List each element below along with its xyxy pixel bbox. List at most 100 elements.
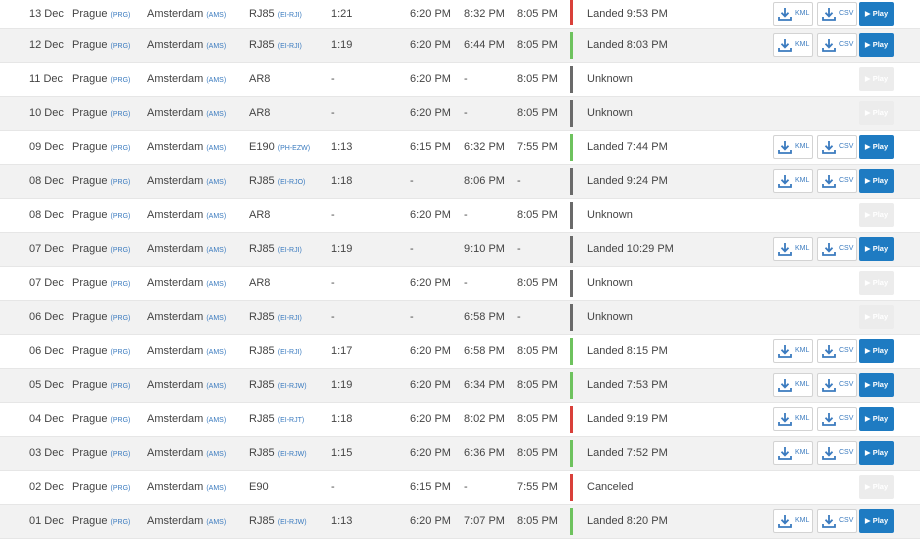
destination-code-link[interactable]: (AMS) <box>206 111 226 118</box>
scheduled-arrival: - <box>517 175 521 187</box>
play-button[interactable]: ▶ Play <box>859 2 894 26</box>
download-csv-button[interactable]: CSV <box>817 407 857 431</box>
download-kml-button[interactable]: KML <box>773 339 813 363</box>
download-csv-button[interactable]: CSV <box>817 169 857 193</box>
destination: Amsterdam (AMS) <box>147 97 226 131</box>
destination-code-link[interactable]: (AMS) <box>206 43 226 50</box>
origin-code-link[interactable]: (PRG) <box>111 315 131 322</box>
origin-code-link[interactable]: (PRG) <box>111 383 131 390</box>
origin-code-link[interactable]: (PRG) <box>111 281 131 288</box>
play-button[interactable]: ▶ Play <box>859 339 894 363</box>
play-button[interactable]: ▶ Play <box>859 33 894 57</box>
play-button[interactable]: ▶ Play <box>859 509 894 533</box>
origin-code-link[interactable]: (PRG) <box>111 179 131 186</box>
destination-code-link[interactable]: (AMS) <box>206 281 226 288</box>
download-csv-button[interactable]: CSV <box>817 373 857 397</box>
download-csv-button[interactable]: CSV <box>817 339 857 363</box>
origin-code-link[interactable]: (PRG) <box>111 111 131 118</box>
csv-label: CSV <box>839 517 854 524</box>
actual-departure: - <box>464 107 468 119</box>
aircraft-registration-link[interactable]: (EI-RJT) <box>278 417 304 424</box>
destination-code-link[interactable]: (AMS) <box>206 77 226 84</box>
destination-code-link[interactable]: (AMS) <box>206 451 226 458</box>
download-kml-button[interactable]: KML <box>773 237 813 261</box>
aircraft-registration-link[interactable]: (EI-RJI) <box>278 247 302 254</box>
destination-city: Amsterdam <box>147 73 204 85</box>
play-button[interactable]: ▶ Play <box>859 135 894 159</box>
destination-code-link[interactable]: (AMS) <box>206 145 226 152</box>
scheduled-arrival: 8:05 PM <box>517 107 558 119</box>
table-row: 08 Dec Prague (PRG) Amsterdam (AMS) AR8 - 6:… <box>0 199 920 233</box>
origin-code-link[interactable]: (PRG) <box>111 485 131 492</box>
play-button[interactable]: ▶ Play <box>859 407 894 431</box>
download-csv-button[interactable]: CSV <box>817 441 857 465</box>
download-csv-button[interactable]: CSV <box>817 237 857 261</box>
destination-code-link[interactable]: (AMS) <box>206 417 226 424</box>
aircraft-registration-link[interactable]: (PH-EZW) <box>278 145 310 152</box>
destination: Amsterdam (AMS) <box>147 0 226 30</box>
aircraft-registration-link[interactable]: (EI-RJW) <box>278 519 307 526</box>
destination-code-link[interactable]: (AMS) <box>206 315 226 322</box>
scheduled-departure: 6:20 PM <box>410 413 451 425</box>
play-button[interactable]: ▶ Play <box>859 203 894 227</box>
origin-code-link[interactable]: (PRG) <box>111 145 131 152</box>
aircraft: E90 <box>249 471 269 505</box>
play-button[interactable]: ▶ Play <box>859 237 894 261</box>
destination-code-link[interactable]: (AMS) <box>206 12 226 19</box>
destination-code-link[interactable]: (AMS) <box>206 383 226 390</box>
download-kml-button[interactable]: KML <box>773 509 813 533</box>
download-kml-button[interactable]: KML <box>773 135 813 159</box>
origin-code-link[interactable]: (PRG) <box>111 349 131 356</box>
play-button[interactable]: ▶ Play <box>859 475 894 499</box>
play-button[interactable]: ▶ Play <box>859 101 894 125</box>
aircraft-registration-link[interactable]: (EI-RJI) <box>278 43 302 50</box>
aircraft-registration-link[interactable]: (EI-RJI) <box>278 349 302 356</box>
destination-code-link[interactable]: (AMS) <box>206 349 226 356</box>
download-kml-button[interactable]: KML <box>773 373 813 397</box>
destination-code-link[interactable]: (AMS) <box>206 519 226 526</box>
origin-code-link[interactable]: (PRG) <box>111 43 131 50</box>
scheduled-departure: 6:15 PM <box>410 141 451 153</box>
download-csv-button[interactable]: CSV <box>817 509 857 533</box>
scheduled-departure: 6:15 PM <box>410 481 451 493</box>
aircraft-registration-link[interactable]: (EI-RJO) <box>278 179 306 186</box>
origin-city: Prague <box>72 141 108 153</box>
download-csv-button[interactable]: CSV <box>817 135 857 159</box>
download-kml-button[interactable]: KML <box>773 441 813 465</box>
aircraft-registration-link[interactable]: (EI-RJW) <box>278 451 307 458</box>
download-csv-button[interactable]: CSV <box>817 33 857 57</box>
origin: Prague (PRG) <box>72 199 130 233</box>
origin-code-link[interactable]: (PRG) <box>111 213 131 220</box>
origin-code-link[interactable]: (PRG) <box>111 451 131 458</box>
download-kml-button[interactable]: KML <box>773 33 813 57</box>
scheduled-arrival: 8:05 PM <box>517 413 558 425</box>
origin-code-link[interactable]: (PRG) <box>111 12 131 19</box>
play-button[interactable]: ▶ Play <box>859 373 894 397</box>
download-kml-button[interactable]: KML <box>773 169 813 193</box>
aircraft-registration-link[interactable]: (EI-RJI) <box>278 12 302 19</box>
destination-code-link[interactable]: (AMS) <box>206 485 226 492</box>
download-kml-button[interactable]: KML <box>773 2 813 26</box>
destination-code-link[interactable]: (AMS) <box>206 179 226 186</box>
play-button[interactable]: ▶ Play <box>859 271 894 295</box>
download-kml-button[interactable]: KML <box>773 407 813 431</box>
scheduled-arrival: 8:05 PM <box>517 515 558 527</box>
scheduled-departure: 6:20 PM <box>410 515 451 527</box>
play-button[interactable]: ▶ Play <box>859 305 894 329</box>
play-button[interactable]: ▶ Play <box>859 169 894 193</box>
origin-code-link[interactable]: (PRG) <box>111 519 131 526</box>
play-button[interactable]: ▶ Play <box>859 441 894 465</box>
actual-departure: 6:58 PM <box>464 311 505 323</box>
origin-code-link[interactable]: (PRG) <box>111 247 131 254</box>
destination-code-link[interactable]: (AMS) <box>206 247 226 254</box>
aircraft-registration-link[interactable]: (EI-RJI) <box>278 315 302 322</box>
download-csv-button[interactable]: CSV <box>817 2 857 26</box>
origin-code-link[interactable]: (PRG) <box>111 417 131 424</box>
destination-code-link[interactable]: (AMS) <box>206 213 226 220</box>
origin: Prague (PRG) <box>72 471 130 505</box>
status-indicator-bar <box>570 508 573 535</box>
origin-code-link[interactable]: (PRG) <box>111 77 131 84</box>
aircraft-registration-link[interactable]: (EI-RJW) <box>278 383 307 390</box>
play-button[interactable]: ▶ Play <box>859 67 894 91</box>
aircraft: RJ85 (EI-RJI) <box>249 301 302 335</box>
